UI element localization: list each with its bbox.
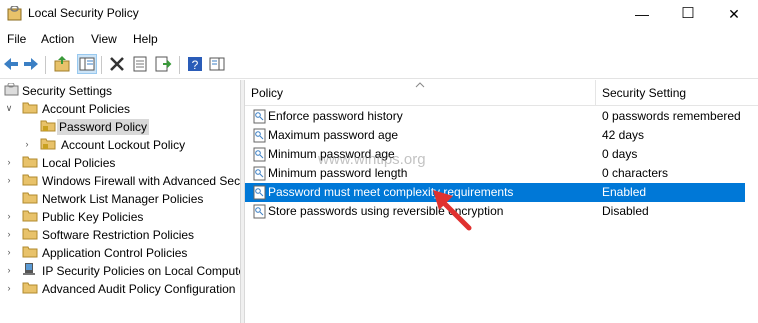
policy-setting: 0 passwords remembered [602,109,741,123]
window-title: Local Security Policy [28,6,139,20]
table-row[interactable]: Enforce password history 0 passwords rem… [245,107,745,126]
svg-text:?: ? [192,58,199,72]
delete-icon[interactable] [108,55,126,73]
policy-icon [253,185,266,200]
chevron-right-icon[interactable]: › [4,282,14,294]
red-arrow-icon [433,190,472,231]
policy-name: Enforce password history [268,109,403,123]
tree-item-label: Advanced Audit Policy Configuration [42,282,236,296]
chevron-right-icon[interactable]: › [4,264,14,276]
sort-ascending-icon [415,82,425,88]
table-row[interactable]: Maximum password age 42 days [245,126,745,145]
folder-icon [22,228,38,240]
minimize-button[interactable]: — [619,0,665,28]
properties-icon[interactable] [131,55,149,73]
policy-setting: 42 days [602,128,645,142]
policy-setting: Disabled [602,204,649,218]
chevron-right-icon[interactable]: › [4,246,14,258]
chevron-right-icon[interactable]: › [4,210,14,222]
chevron-right-icon[interactable]: › [4,228,14,240]
security-settings-icon [4,83,19,96]
menu-file[interactable]: File [7,32,26,46]
table-row-selected[interactable]: Password must meet complexity requiremen… [245,183,745,202]
tree-item-label: Application Control Policies [42,246,188,260]
column-header-security-setting[interactable]: Security Setting [596,80,758,106]
back-icon[interactable] [2,55,20,73]
tree-item-label: Password Policy [57,119,150,135]
folder-lock-icon [40,138,56,150]
network-computer-icon [23,263,35,275]
policy-setting: 0 characters [602,166,669,180]
app-icon [7,6,22,21]
policy-list: Policy Security Setting Enforce password… [245,80,758,323]
tree-root-label: Security Settings [22,84,113,98]
folder-icon [22,282,38,294]
export-list-icon[interactable] [154,55,172,73]
policy-setting: 0 days [602,147,638,161]
folder-icon [22,174,38,186]
maximize-button[interactable]: ☐ [665,0,711,28]
watermark: www.wintips.org [318,151,426,168]
menu-view[interactable]: View [91,32,117,46]
policy-icon [253,166,266,181]
policy-setting: Enabled [602,185,647,199]
folder-icon [22,102,38,114]
close-button[interactable]: ✕ [711,0,757,28]
chevron-right-icon[interactable]: › [4,156,14,168]
chevron-down-icon[interactable]: ∨ [4,102,14,114]
tree-item-label: Account Policies [42,102,131,116]
menu-help[interactable]: Help [133,32,158,46]
chevron-right-icon[interactable]: › [22,138,32,150]
tree-item-label: Account Lockout Policy [61,138,186,152]
tree-pane: Security Settings ∨ Account Policies Pas… [0,80,240,323]
tree-item-label: Windows Firewall with Advanced Security [42,174,240,188]
folder-icon [22,246,38,258]
show-hide-tree-icon[interactable] [77,54,97,74]
chevron-right-icon[interactable]: › [4,174,14,186]
folder-icon [22,156,38,168]
policy-icon [253,147,266,162]
policy-icon [253,109,266,124]
policy-name: Maximum password age [268,128,399,142]
table-row[interactable]: Store passwords using reversible encrypt… [245,202,745,221]
column-header-label: Policy [251,86,284,100]
folder-icon [22,192,38,204]
policy-icon [253,128,266,143]
toolbar: ? [0,52,758,79]
folder-lock-icon [40,120,56,132]
forward-icon[interactable] [22,55,40,73]
help-icon[interactable]: ? [186,55,204,73]
menu-bar: File Action View Help [0,30,758,50]
tree-item-label: Local Policies [42,156,116,170]
policy-icon [253,204,266,219]
show-hide-pane-icon[interactable] [208,55,226,73]
folder-icon [22,210,38,222]
column-header-label: Security Setting [602,86,687,100]
menu-action[interactable]: Action [41,32,74,46]
tree-item-label: Network List Manager Policies [42,192,204,206]
up-folder-icon[interactable] [53,55,71,73]
tree-item-label: Software Restriction Policies [42,228,195,242]
tree-item-label: IP Security Policies on Local Computer [42,264,240,278]
title-bar: Local Security Policy — ☐ ✕ [0,0,758,28]
tree-item-label: Public Key Policies [42,210,144,224]
